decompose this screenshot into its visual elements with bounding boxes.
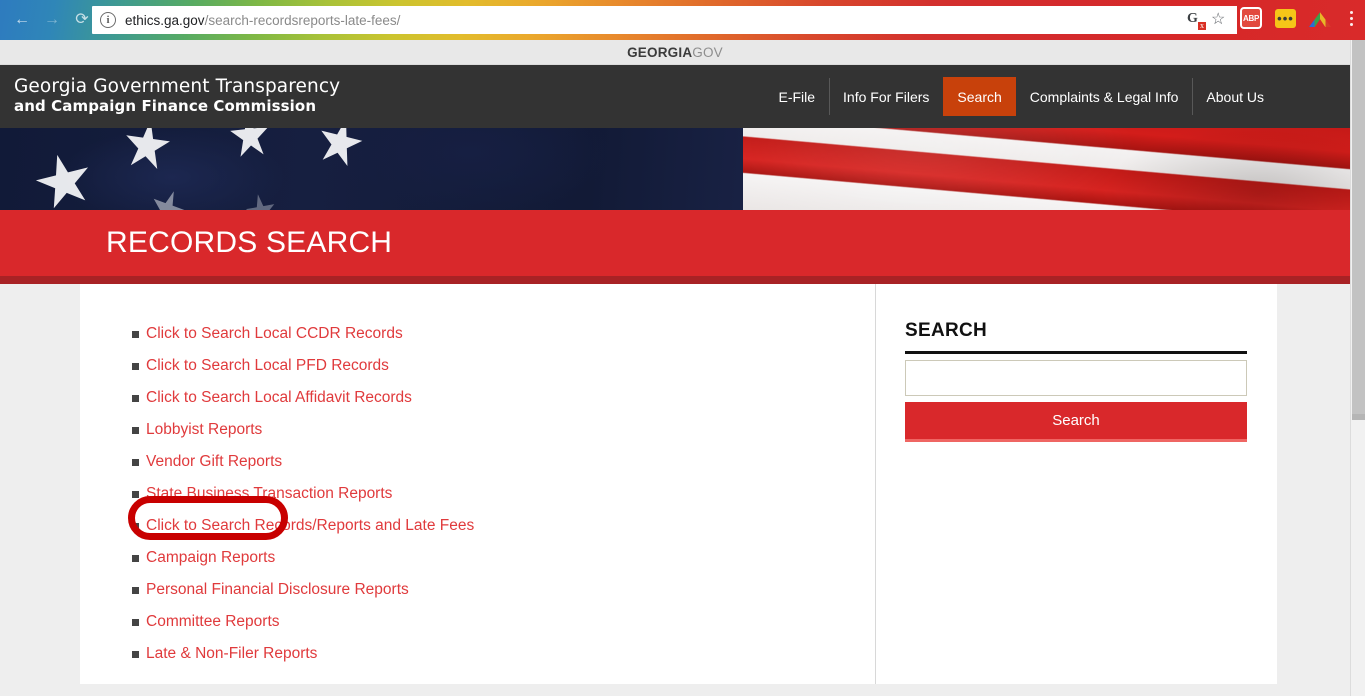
page-title-band: RECORDS SEARCH: [0, 210, 1350, 276]
address-bar[interactable]: i ethics.ga.gov/search-recordsreports-la…: [92, 6, 1237, 34]
search-panel-title: SEARCH: [905, 320, 988, 341]
georgia-gov-brand-bold: GEORGIA: [627, 44, 693, 60]
link-local-ccdr-records[interactable]: Click to Search Local CCDR Records: [146, 325, 403, 343]
link-campaign-reports[interactable]: Campaign Reports: [146, 549, 275, 567]
link-records-reports-and-late-fees[interactable]: Click to Search Records/Reports and Late…: [146, 517, 474, 535]
nav-item-e-file[interactable]: E-File: [764, 65, 829, 128]
search-panel-divider: [905, 351, 1247, 354]
flag-hero-image: [0, 128, 1350, 210]
page-title: RECORDS SEARCH: [106, 226, 393, 259]
list-item: Click to Search Local PFD Records: [80, 350, 875, 382]
list-item: State Business Transaction Reports: [80, 478, 875, 510]
list-item: Campaign Reports: [80, 542, 875, 574]
logo-line-1: Georgia Government Transparency: [14, 76, 341, 97]
site-info-icon[interactable]: i: [100, 12, 116, 28]
list-item: Click to Search Local Affidavit Records: [80, 382, 875, 414]
dots-extension-icon[interactable]: •••: [1275, 8, 1296, 28]
link-personal-financial-disclosure-reports[interactable]: Personal Financial Disclosure Reports: [146, 581, 409, 599]
kebab-menu-icon[interactable]: [1344, 10, 1359, 26]
nav-item-info-for-filers[interactable]: Info For Filers: [829, 65, 943, 128]
page-scrollbar-thumb-end: [1352, 414, 1365, 420]
georgia-gov-brand-light: GOV: [692, 44, 723, 60]
georgia-gov-bar[interactable]: GEORGIA GOV: [0, 40, 1350, 65]
link-local-affidavit-records[interactable]: Click to Search Local Affidavit Records: [146, 389, 412, 407]
link-lobbyist-reports[interactable]: Lobbyist Reports: [146, 421, 262, 439]
site-logo[interactable]: Georgia Government Transparency and Camp…: [14, 76, 340, 115]
nav-item-about-us[interactable]: About Us: [1192, 65, 1278, 128]
bookmark-star-icon[interactable]: ☆: [1211, 12, 1225, 28]
list-item: Committee Reports: [80, 606, 875, 638]
logo-line-2: and Campaign Finance Commission: [14, 97, 317, 115]
page-viewport: GEORGIA GOV Georgia Government Transparen…: [0, 40, 1365, 696]
search-input[interactable]: [905, 360, 1247, 396]
flag-canton: [0, 128, 783, 210]
browser-nav-buttons: ← → ⟳: [8, 8, 96, 32]
content-card: Click to Search Local CCDR Records Click…: [80, 284, 1277, 684]
browser-chrome: ← → ⟳ i ethics.ga.gov/search-recordsrepo…: [0, 0, 1365, 40]
nav-item-complaints-legal-info[interactable]: Complaints & Legal Info: [1016, 65, 1193, 128]
address-bar-url: ethics.ga.gov/search-recordsreports-late…: [125, 13, 400, 28]
list-item: Lobbyist Reports: [80, 414, 875, 446]
omnibox-actions: G x ☆: [1184, 6, 1237, 34]
flag-stripes: [742, 128, 1350, 210]
search-button[interactable]: Search: [905, 402, 1247, 442]
translate-badge: x: [1197, 20, 1207, 31]
translate-icon[interactable]: G x: [1187, 11, 1207, 31]
site-header: Georgia Government Transparency and Camp…: [0, 65, 1350, 128]
link-local-pfd-records[interactable]: Click to Search Local PFD Records: [146, 357, 389, 375]
page-scrollbar[interactable]: [1350, 40, 1365, 696]
list-item: Vendor Gift Reports: [80, 446, 875, 478]
content-area: Click to Search Local CCDR Records Click…: [0, 284, 1350, 696]
rainbow-extension-icon[interactable]: [1309, 12, 1331, 27]
main-navigation: E-File Info For Filers Search Complaints…: [764, 65, 1278, 128]
extension-icons: ABP •••: [1240, 7, 1359, 29]
url-path: /search-recordsreports-late-fees/: [204, 12, 401, 28]
link-vendor-gift-reports[interactable]: Vendor Gift Reports: [146, 453, 282, 471]
url-domain: ethics.ga.gov: [125, 12, 205, 28]
link-committee-reports[interactable]: Committee Reports: [146, 613, 280, 631]
back-arrow-icon[interactable]: ←: [8, 8, 36, 32]
forward-arrow-icon[interactable]: →: [38, 8, 66, 32]
list-item: Personal Financial Disclosure Reports: [80, 574, 875, 606]
link-state-business-transaction-reports[interactable]: State Business Transaction Reports: [146, 485, 392, 503]
nav-item-search[interactable]: Search: [943, 77, 1016, 116]
link-late-non-filer-reports[interactable]: Late & Non-Filer Reports: [146, 645, 317, 663]
records-links-section: Click to Search Local CCDR Records Click…: [80, 284, 875, 684]
list-item: Late & Non-Filer Reports: [80, 638, 875, 670]
search-sidebar: SEARCH Search: [875, 284, 1277, 684]
adblock-plus-extension-icon[interactable]: ABP: [1240, 7, 1262, 29]
page-scrollbar-thumb[interactable]: [1352, 40, 1365, 414]
list-item: Click to Search Local CCDR Records: [80, 318, 875, 350]
page-title-band-shadow: [0, 276, 1350, 284]
records-links-list: Click to Search Local CCDR Records Click…: [80, 318, 875, 670]
list-item: Click to Search Records/Reports and Late…: [80, 510, 875, 542]
